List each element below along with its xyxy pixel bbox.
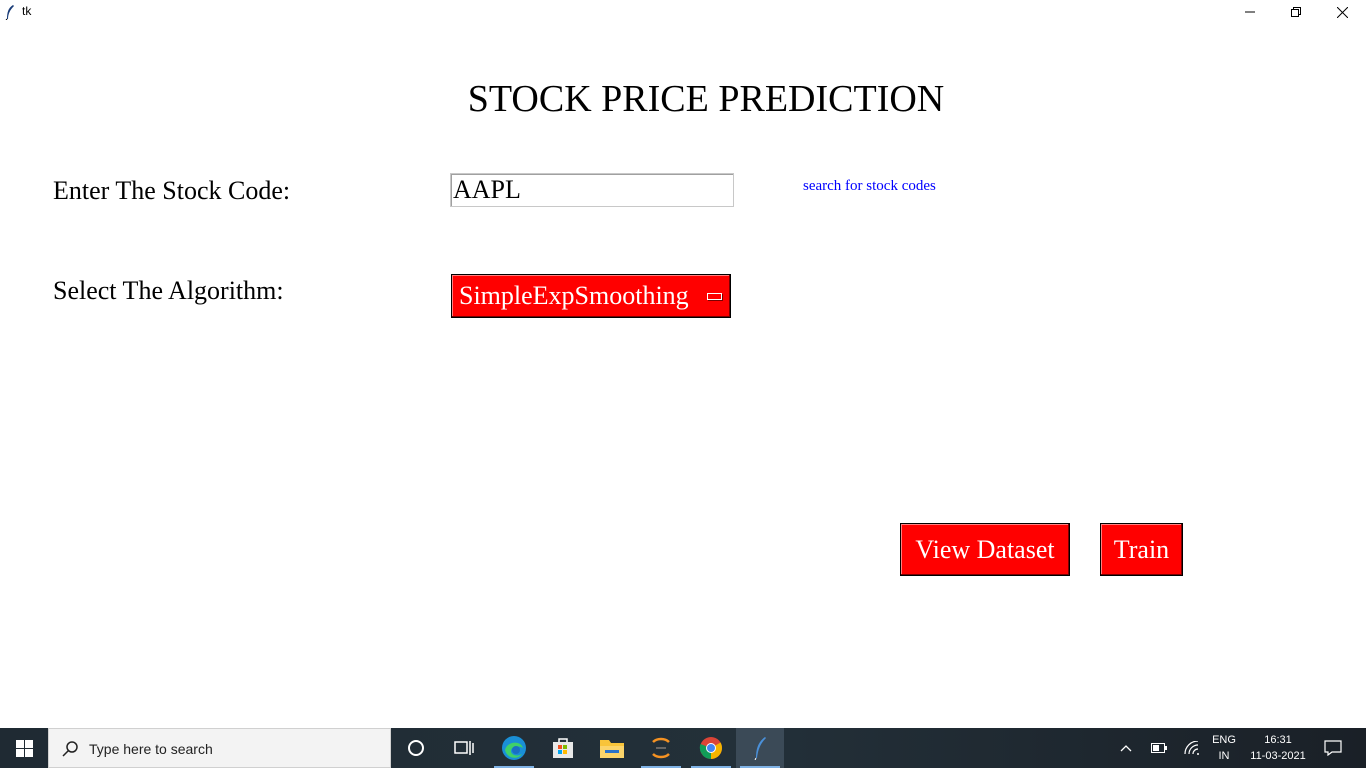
language-code: ENG: [1212, 734, 1236, 746]
sublime-taskbar-button[interactable]: [637, 728, 685, 768]
edge-icon: [502, 736, 526, 760]
task-view-button[interactable]: [440, 728, 488, 768]
store-taskbar-button[interactable]: [539, 728, 587, 768]
file-explorer-taskbar-button[interactable]: [588, 728, 636, 768]
region-code: IN: [1218, 750, 1230, 762]
close-icon: [1336, 6, 1348, 18]
action-center-button[interactable]: [1312, 728, 1354, 768]
clock-date: 11-03-2021: [1250, 750, 1306, 762]
wifi-button[interactable]: [1176, 728, 1208, 768]
restore-icon: [1291, 7, 1301, 17]
clock-time: 16:31: [1264, 734, 1292, 746]
input-language-indicator[interactable]: ENG IN: [1207, 732, 1241, 764]
chrome-icon: [699, 737, 722, 759]
store-icon: [553, 738, 573, 758]
show-hidden-icons-button[interactable]: [1108, 728, 1144, 768]
search-stock-codes-link[interactable]: search for stock codes: [803, 177, 936, 195]
title-bar[interactable]: tk: [0, 0, 1366, 24]
task-view-icon: [454, 741, 474, 755]
start-button[interactable]: [0, 728, 48, 768]
sublime-icon: [652, 737, 670, 759]
search-placeholder: Type here to search: [89, 741, 213, 757]
view-dataset-button[interactable]: View Dataset: [900, 523, 1070, 576]
algorithm-label: Select The Algorithm:: [53, 276, 284, 305]
wifi-icon: [1184, 741, 1199, 755]
file-explorer-icon: [600, 740, 624, 758]
taskbar-search-box[interactable]: Type here to search: [48, 728, 391, 768]
taskbar: Type here to search ENG IN 16:31 11-03-2…: [0, 728, 1366, 768]
option-menu-indicator-icon: [707, 293, 722, 300]
cortana-icon: [408, 740, 424, 756]
page-title: STOCK PRICE PREDICTION: [467, 78, 945, 120]
close-button[interactable]: [1319, 0, 1365, 24]
system-clock[interactable]: 16:31 11-03-2021: [1245, 732, 1311, 764]
search-icon: [62, 741, 78, 757]
app-window: tk STOCK PRICE PREDICTION Enter The Stoc…: [0, 0, 1366, 728]
chrome-taskbar-button[interactable]: [687, 728, 735, 768]
stock-code-label: Enter The Stock Code:: [53, 176, 291, 205]
window-title: tk: [22, 4, 32, 18]
notification-icon: [1324, 740, 1342, 756]
windows-logo-icon: [15, 739, 33, 757]
algorithm-selected-value: SimpleExpSmoothing: [459, 281, 689, 310]
stock-code-input[interactable]: [450, 173, 734, 207]
minimize-button[interactable]: [1227, 0, 1273, 24]
battery-icon: [1151, 743, 1167, 753]
chevron-up-icon: [1120, 745, 1132, 752]
edge-taskbar-button[interactable]: [490, 728, 538, 768]
cortana-button[interactable]: [392, 728, 440, 768]
tk-feather-icon: [5, 5, 14, 20]
restore-button[interactable]: [1273, 0, 1319, 24]
tk-feather-icon: [754, 737, 766, 760]
minimize-icon: [1245, 11, 1255, 13]
tk-app-taskbar-button[interactable]: [736, 728, 784, 768]
train-button[interactable]: Train: [1100, 523, 1183, 576]
algorithm-option-menu[interactable]: SimpleExpSmoothing: [451, 274, 731, 318]
battery-button[interactable]: [1142, 728, 1176, 768]
